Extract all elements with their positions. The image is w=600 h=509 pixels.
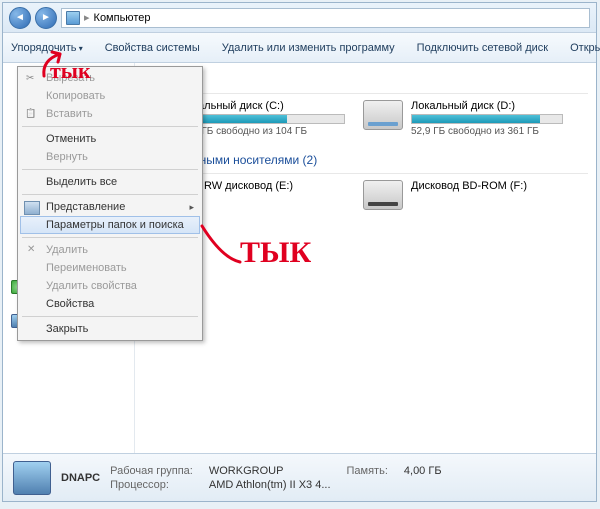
cut-icon	[24, 72, 40, 86]
usage-bar	[193, 114, 345, 124]
menu-close[interactable]: Закрыть	[20, 320, 200, 338]
organize-menu[interactable]: Упорядочить	[11, 42, 83, 54]
menu-folder-options[interactable]: Параметры папок и поиска	[20, 216, 200, 234]
explorer-window: ◄ ► ▸ Компьютер Упорядочить Свойства сис…	[2, 2, 597, 502]
back-button[interactable]: ◄	[9, 7, 31, 29]
bd-icon	[363, 180, 403, 210]
map-drive-button[interactable]: Подключить сетевой диск	[417, 42, 548, 54]
main-pane: диски (2) кальный диск (C:) 9 ГБ свободн…	[135, 63, 596, 453]
separator	[22, 169, 198, 170]
separator	[22, 237, 198, 238]
memory-label: Память:	[347, 465, 388, 477]
separator	[22, 126, 198, 127]
address-bar[interactable]: ▸ Компьютер	[61, 8, 590, 28]
separator	[22, 316, 198, 317]
usage-bar	[411, 114, 563, 124]
uninstall-button[interactable]: Удалить или изменить программу	[222, 42, 395, 54]
computer-icon	[66, 11, 80, 25]
hdd-icon	[363, 100, 403, 130]
group-hard-disks[interactable]: диски (2)	[145, 71, 588, 94]
menu-copy[interactable]: Копировать	[20, 87, 200, 105]
menu-undo[interactable]: Отменить	[20, 130, 200, 148]
separator	[22, 194, 198, 195]
menu-rename[interactable]: Переименовать	[20, 259, 200, 277]
cpu-label: Процессор:	[110, 479, 193, 491]
status-bar: DNAPC Рабочая группа: WORKGROUP Память: …	[3, 453, 596, 501]
organize-dropdown: Вырезать Копировать Вставить Отменить Ве…	[17, 66, 203, 341]
titlebar: ◄ ► ▸ Компьютер	[3, 3, 596, 33]
paste-icon	[24, 108, 40, 122]
layout-icon	[24, 201, 40, 215]
menu-paste[interactable]: Вставить	[20, 105, 200, 123]
menu-cut[interactable]: Вырезать	[20, 69, 200, 87]
group-removable[interactable]: а со съемными носителями (2)	[145, 151, 588, 174]
memory-value: 4,00 ГБ	[404, 465, 442, 477]
menu-properties[interactable]: Свойства	[20, 295, 200, 313]
computer-name: DNAPC	[61, 472, 100, 484]
cpu-value: AMD Athlon(tm) II X3 4...	[209, 479, 331, 491]
workgroup-value: WORKGROUP	[209, 465, 331, 477]
control-panel-button[interactable]: Открыть панель управле	[570, 42, 600, 54]
location-text: Компьютер	[94, 12, 151, 24]
menu-redo[interactable]: Вернуть	[20, 148, 200, 166]
computer-icon	[13, 461, 51, 495]
forward-button[interactable]: ►	[35, 7, 57, 29]
drive-d[interactable]: Локальный диск (D:) 52,9 ГБ свободно из …	[363, 100, 563, 137]
menu-delete[interactable]: Удалить	[20, 241, 200, 259]
menu-layout[interactable]: Представление	[20, 198, 200, 216]
system-properties-button[interactable]: Свойства системы	[105, 42, 200, 54]
menu-remove-props[interactable]: Удалить свойства	[20, 277, 200, 295]
drive-f[interactable]: Дисковод BD-ROM (F:)	[363, 180, 563, 210]
delete-icon	[24, 244, 40, 258]
menu-select-all[interactable]: Выделить все	[20, 173, 200, 191]
workgroup-label: Рабочая группа:	[110, 465, 193, 477]
toolbar: Упорядочить Свойства системы Удалить или…	[3, 33, 596, 63]
